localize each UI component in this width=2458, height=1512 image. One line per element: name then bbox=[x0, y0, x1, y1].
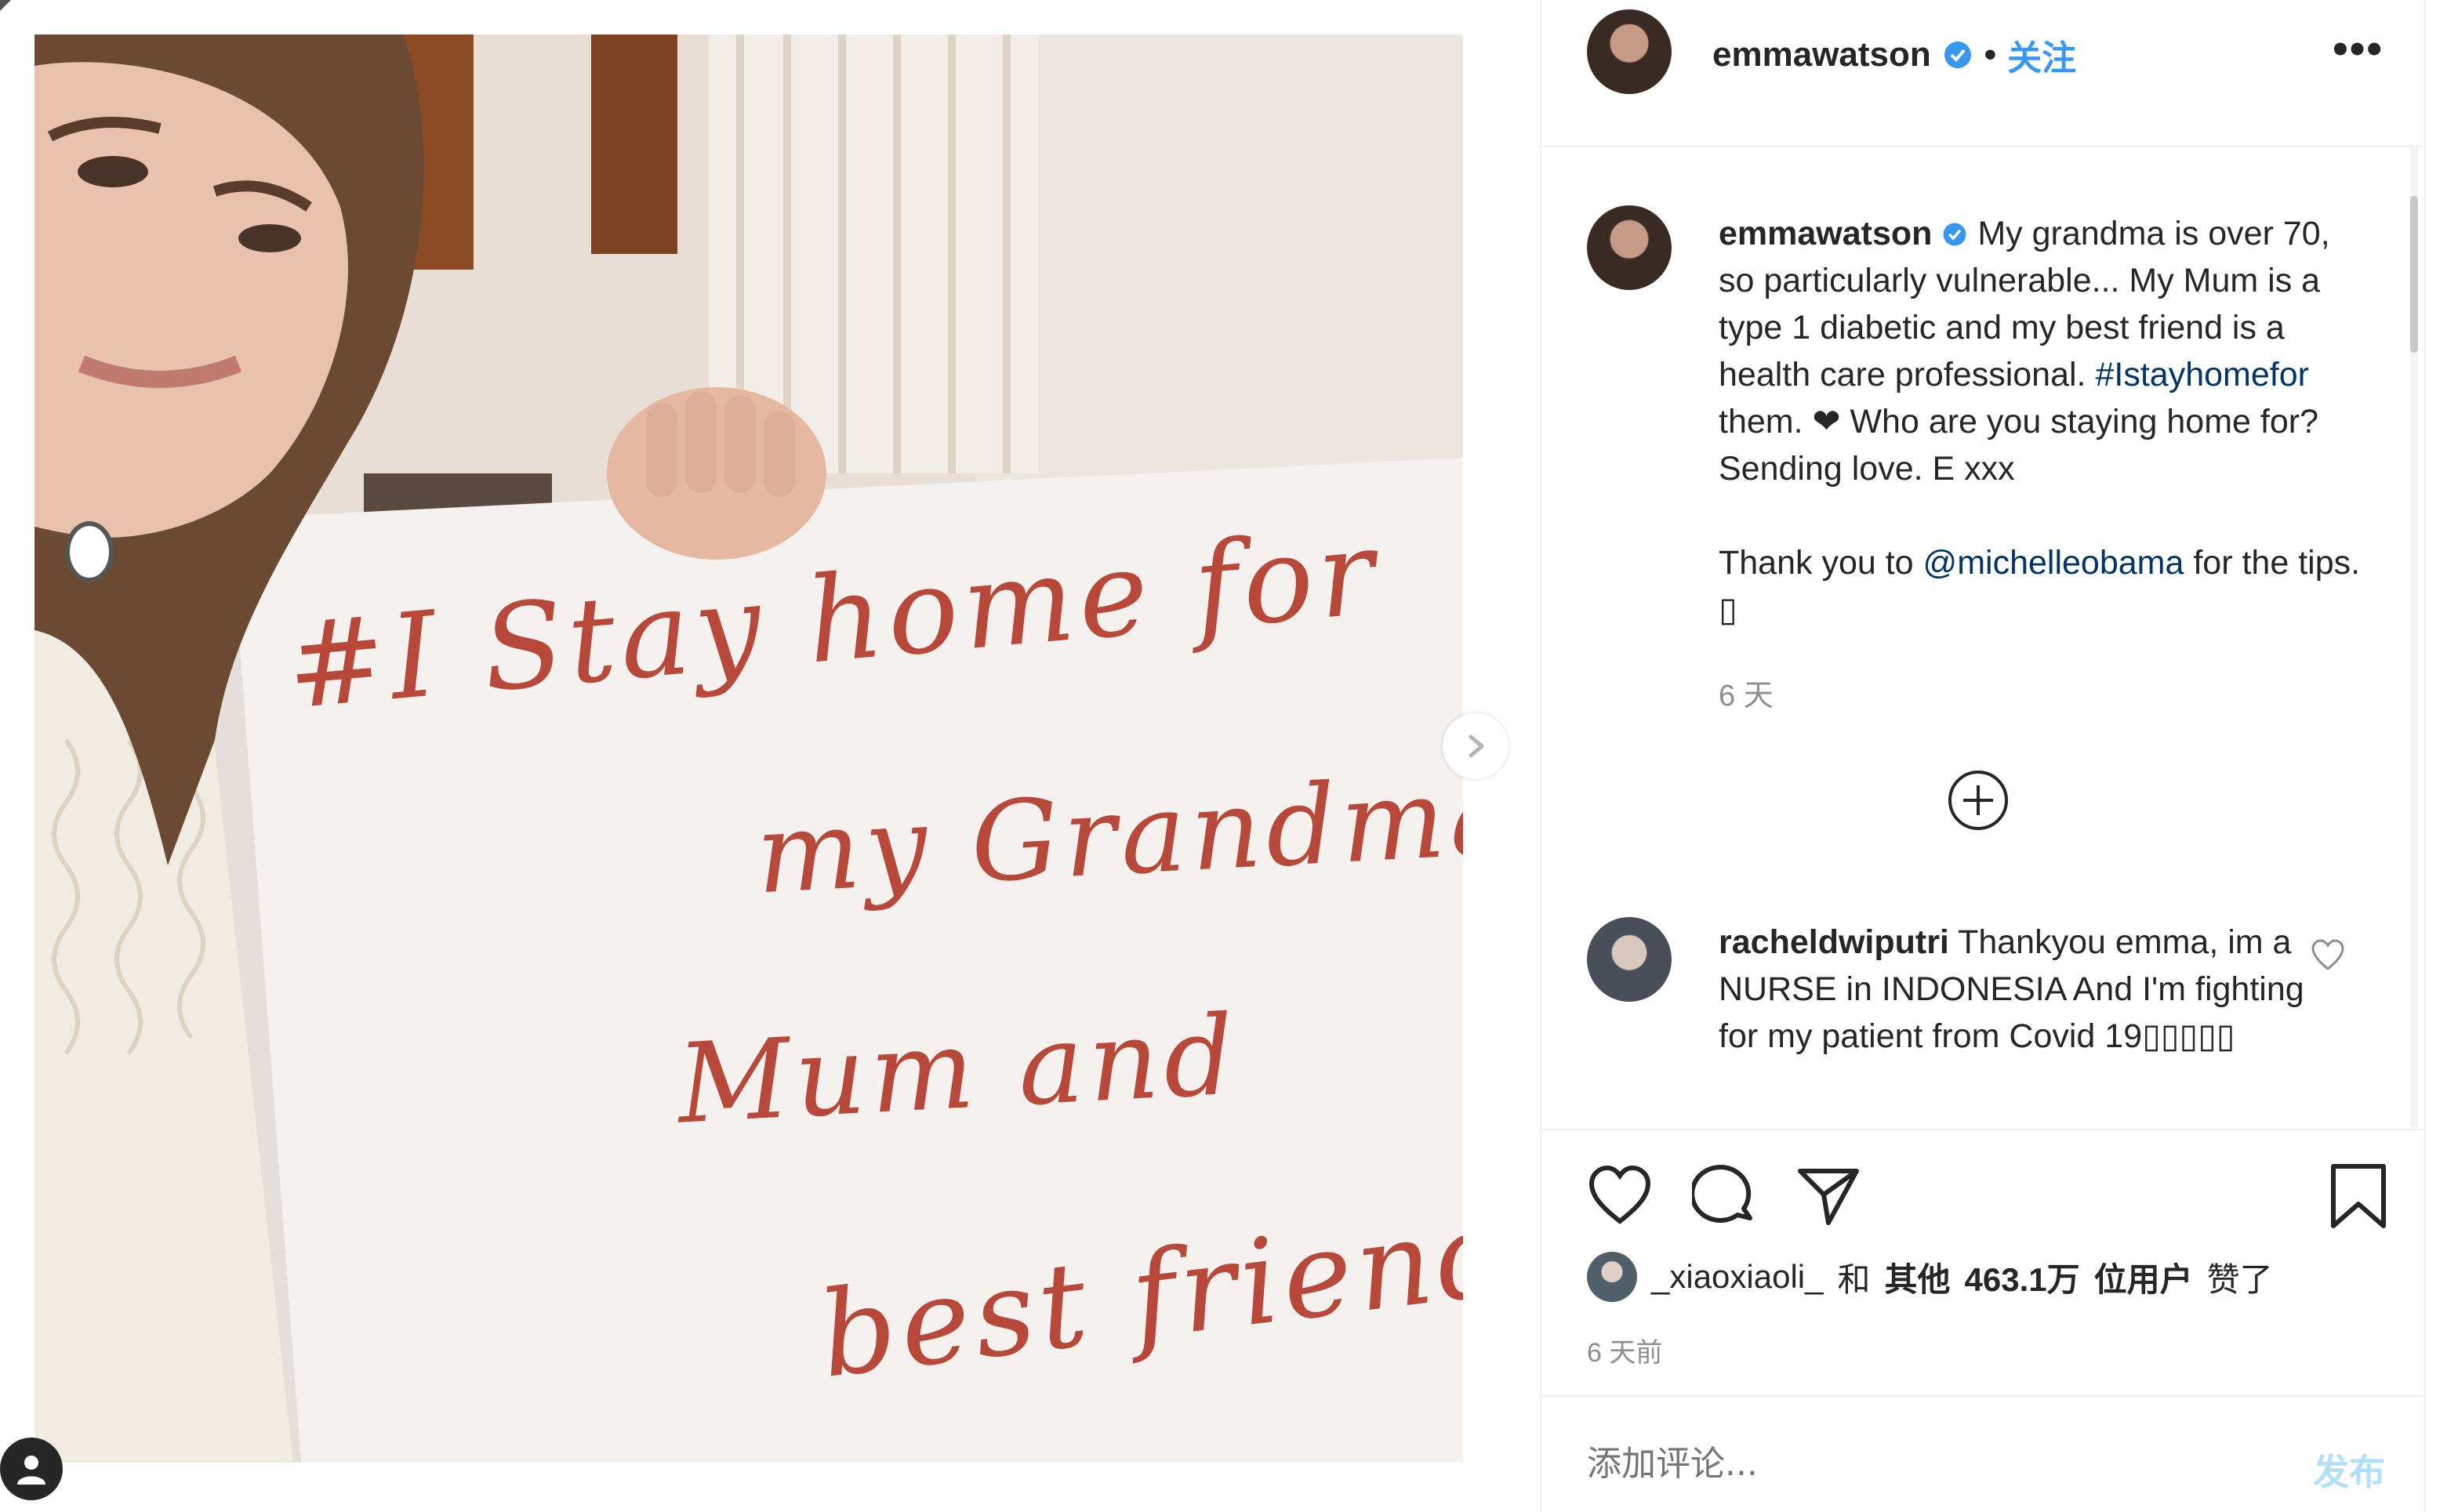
likes-others[interactable]: 其他 bbox=[1885, 1253, 1951, 1301]
caption-text-b: them. ❤ Who are you staying home for? Se… bbox=[1719, 403, 2318, 488]
likes-users-label[interactable]: 位用户 bbox=[2094, 1253, 2193, 1301]
post-photo[interactable]: #I Stay home for my Grandma Mum and best… bbox=[34, 34, 1463, 1463]
corner-arrow-icon bbox=[0, 0, 11, 11]
caption-time: 6 天 bbox=[1719, 680, 1774, 712]
likes-summary: _xiaoxiaoli_ 和 其他 463.1万 位用户 赞了 bbox=[1587, 1249, 2273, 1304]
commenter-avatar[interactable] bbox=[1587, 917, 1672, 1002]
follow-button[interactable]: 关注 bbox=[2007, 30, 2076, 80]
post-header: emmawatson • 关注 ••• bbox=[1541, 0, 2424, 147]
user-icon bbox=[17, 1456, 45, 1485]
add-circle-icon[interactable] bbox=[1946, 768, 2010, 832]
heart-icon[interactable] bbox=[1587, 1163, 1653, 1229]
post-actions: _xiaoxiaoli_ 和 其他 463.1万 位用户 赞了 6 天前 bbox=[1541, 1129, 2424, 1395]
verified-icon bbox=[1943, 223, 1966, 246]
caption-hashtag[interactable]: #Istayhomefor bbox=[2095, 356, 2308, 393]
verified-icon bbox=[1944, 42, 1971, 68]
author-username[interactable]: emmawatson bbox=[1712, 35, 1931, 74]
liker-username[interactable]: _xiaoxiaoli_ bbox=[1651, 1258, 1823, 1296]
caption-thanks-a: Thank you to bbox=[1719, 544, 1914, 582]
post-comment-button[interactable]: 发布 bbox=[2313, 1444, 2385, 1496]
chevron-right-icon bbox=[1469, 734, 1484, 758]
caption-avatar[interactable] bbox=[1587, 205, 1672, 290]
caption-mention[interactable]: @michelleobama bbox=[1923, 544, 2184, 582]
bookmark-icon[interactable] bbox=[2325, 1163, 2391, 1229]
add-comment-bar: 发布 bbox=[1541, 1395, 2424, 1512]
share-icon[interactable] bbox=[1795, 1163, 1861, 1229]
comment-item: racheldwiputri Thankyou emma, im a NURSE… bbox=[1719, 919, 2315, 1060]
author-info: emmawatson • 关注 bbox=[1712, 30, 2076, 80]
likes-count[interactable]: 463.1万 bbox=[1965, 1253, 2080, 1301]
comment-input[interactable] bbox=[1587, 1444, 2214, 1484]
author-avatar[interactable] bbox=[1587, 9, 1672, 94]
liker-avatar[interactable] bbox=[1587, 1252, 1637, 1302]
caption-username[interactable]: emmawatson bbox=[1719, 215, 1932, 252]
likes-suffix: 赞了 bbox=[2206, 1260, 2273, 1298]
likes-and: 和 bbox=[1837, 1260, 1871, 1298]
tagged-user-button[interactable] bbox=[0, 1438, 63, 1500]
comment-username[interactable]: racheldwiputri bbox=[1719, 923, 1949, 961]
next-photo-button[interactable] bbox=[1443, 713, 1509, 779]
comment-icon[interactable] bbox=[1692, 1163, 1758, 1229]
post-sidebar: emmawatson • 关注 ••• emmawatson My grandm… bbox=[1540, 0, 2426, 1512]
heart-icon[interactable] bbox=[2310, 937, 2346, 974]
separator-dot: • bbox=[1984, 35, 1997, 74]
ellipsis-icon[interactable]: ••• bbox=[2333, 27, 2384, 71]
post-timestamp: 6 天前 bbox=[1587, 1338, 1663, 1368]
post-caption: emmawatson My grandma is over 70, so par… bbox=[1719, 210, 2362, 680]
scrollbar-thumb[interactable] bbox=[2410, 196, 2418, 353]
